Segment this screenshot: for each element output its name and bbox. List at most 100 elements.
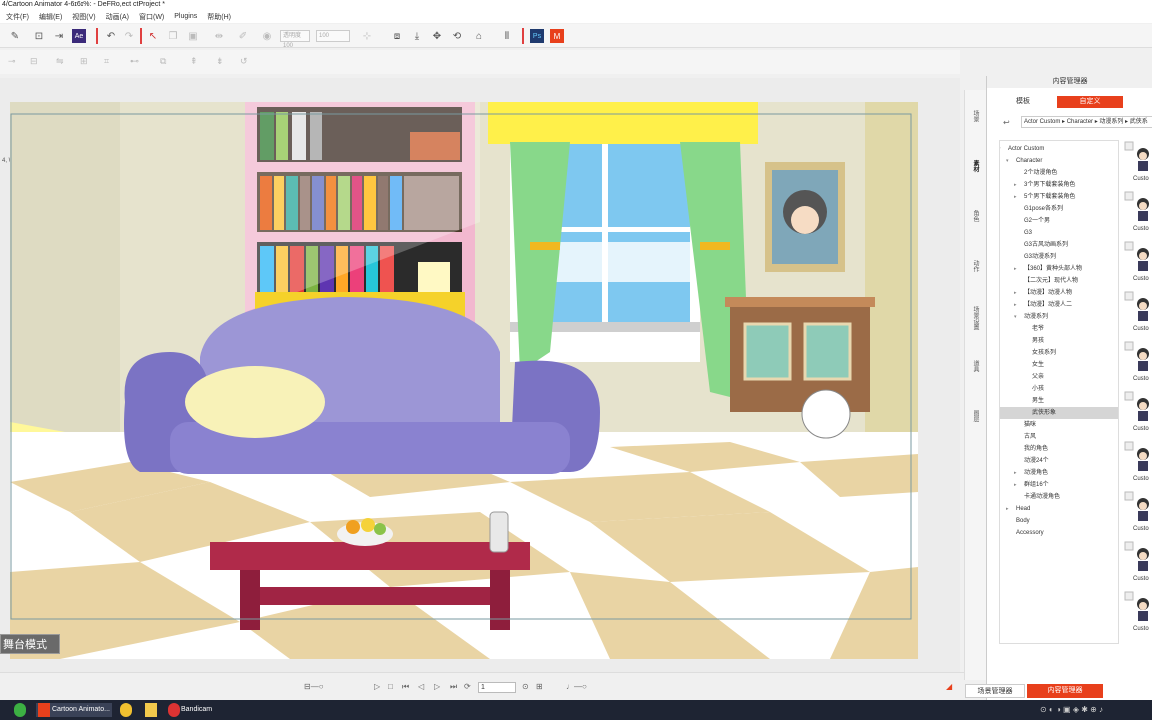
menu-file[interactable]: 文件(F) [6, 12, 29, 22]
first-frame-icon[interactable]: ⏮ [402, 682, 409, 692]
menu-window[interactable]: 窗口(W) [139, 12, 164, 22]
zoom-field[interactable]: 100 [316, 30, 350, 42]
tree-item[interactable]: ▸ Head [1000, 503, 1118, 515]
redo-icon[interactable]: ↷ [122, 29, 136, 43]
rotate-icon[interactable]: ⟲ [450, 29, 464, 43]
move-icon[interactable]: ✥ [430, 29, 444, 43]
side-tab-settings[interactable]: 场景设置 [971, 306, 980, 330]
wechat-icon[interactable] [14, 703, 26, 717]
tree-item[interactable]: 动漫24个 [1000, 455, 1118, 467]
tree-item[interactable]: 老爷 [1000, 323, 1118, 335]
expand-arrow-icon[interactable]: ▾ [1014, 311, 1017, 323]
tab-custom[interactable]: 自定义 [1057, 96, 1123, 108]
tree-item[interactable]: 女孩系列 [1000, 347, 1118, 359]
loop-icon[interactable]: ⟳ [464, 682, 471, 691]
character-thumbnail[interactable]: Custo [1123, 490, 1152, 540]
transform-icon[interactable]: ⇹ [212, 29, 226, 43]
tree-item[interactable]: 男孩 [1000, 335, 1118, 347]
copy-icon[interactable]: ❐ [166, 29, 180, 43]
reset-icon[interactable]: ↺ [240, 56, 248, 67]
lock-icon[interactable]: ⊟ [30, 56, 38, 67]
after-effects-icon[interactable]: Ae [72, 29, 86, 43]
tab-scene-manager[interactable]: 场景管理器 [965, 684, 1025, 698]
tree-item[interactable]: ▸ 动漫角色 [1000, 467, 1118, 479]
character-thumbnail[interactable]: Custo [1123, 290, 1152, 340]
tree-item[interactable]: ▸ 【动漫】动漫人物 [1000, 287, 1118, 299]
last-frame-icon[interactable]: ⏭ [450, 682, 457, 692]
tree-item[interactable]: Body [1000, 515, 1118, 527]
tree-item[interactable]: G3古风动画系列 [1000, 239, 1118, 251]
next-frame-icon[interactable]: ▷ [434, 682, 440, 691]
tab-content-manager[interactable]: 内容管理器 [1027, 684, 1103, 698]
stage-viewport[interactable]: 4, W6: 6D.27 [0, 78, 960, 672]
edit-icon[interactable]: ✎ [8, 29, 22, 43]
tree-item[interactable]: 2个动漫角色 [1000, 167, 1118, 179]
character-thumbnail[interactable]: Custo [1123, 390, 1152, 440]
menu-animation[interactable]: 动画(A) [106, 12, 129, 22]
tree-item[interactable]: 卡通动漫角色 [1000, 491, 1118, 503]
expand-arrow-icon[interactable]: ▾ [1006, 155, 1009, 167]
snap-icon[interactable]: ⌗ [104, 56, 109, 67]
tree-item[interactable]: G3动漫系列 [1000, 251, 1118, 263]
menu-edit[interactable]: 编辑(E) [39, 12, 62, 22]
stop-icon[interactable]: □ [388, 682, 393, 691]
character-thumbnail[interactable]: Custo [1123, 140, 1152, 190]
side-tab-assets[interactable]: 素材 [971, 160, 980, 172]
align-icon[interactable]: ⊹ [360, 29, 374, 43]
tree-item[interactable]: 小孩 [1000, 383, 1118, 395]
collapse-arrow-icon[interactable]: ▸ [1014, 287, 1017, 299]
character-thumbnail[interactable]: Custo [1123, 440, 1152, 490]
photoshop-icon[interactable]: Ps [530, 29, 544, 43]
collapse-arrow-icon[interactable]: ▸ [1014, 299, 1017, 311]
prev-frame-icon[interactable]: ◁ [418, 682, 424, 691]
collapse-arrow-icon[interactable]: ▸ [1006, 503, 1009, 515]
side-tab-layers[interactable]: 图层 [971, 410, 980, 422]
marketplace-icon[interactable]: M [550, 29, 564, 43]
export-icon[interactable]: ⇥ [52, 29, 66, 43]
tree-item[interactable]: ▾ Actor Custom [1000, 143, 1118, 155]
tree-item[interactable]: G2一个男 [1000, 215, 1118, 227]
layer-icon[interactable]: ⧉ [160, 56, 166, 67]
side-tab-scene[interactable]: 场景 [971, 110, 980, 122]
side-tab-actor[interactable]: 角色 [971, 210, 980, 222]
tree-item[interactable]: ▸ 【360】黄种头部人物 [1000, 263, 1118, 275]
tree-item[interactable]: Accessory [1000, 527, 1118, 539]
home-icon[interactable]: ⌂ [472, 29, 486, 43]
tree-item[interactable]: ▸ 【动漫】动漫人二 [1000, 299, 1118, 311]
corner-icon[interactable]: ◢ [946, 682, 952, 691]
paste-icon[interactable]: ▣ [186, 29, 200, 43]
eye-icon[interactable]: ◉ [260, 29, 274, 43]
tree-item[interactable]: 古风 [1000, 431, 1118, 443]
opacity-field[interactable]: 透明度 100 [280, 30, 310, 49]
side-tab-props[interactable]: 道具 [971, 360, 980, 372]
tree-item[interactable]: 我的角色 [1000, 443, 1118, 455]
collapse-arrow-icon[interactable]: ▸ [1014, 263, 1017, 275]
character-thumbnail[interactable]: Custo [1123, 540, 1152, 590]
collapse-arrow-icon[interactable]: ▸ [1014, 479, 1017, 491]
character-thumbnail[interactable]: Custo [1123, 340, 1152, 390]
tree-item[interactable]: 【二次元】现代人物 [1000, 275, 1118, 287]
order-icon[interactable]: ⇞ [190, 56, 198, 67]
tree-item[interactable]: 男生 [1000, 395, 1118, 407]
breadcrumb[interactable]: Actor Custom ▸ Character ▸ 动漫系列 ▸ 武侠系 [1021, 116, 1152, 128]
tree-item[interactable]: 女生 [1000, 359, 1118, 371]
menu-view[interactable]: 视图(V) [72, 12, 95, 22]
collapse-arrow-icon[interactable]: ▸ [1014, 467, 1017, 479]
tree-item[interactable]: ▸ 3个男下载套装角色 [1000, 179, 1118, 191]
tree-item[interactable]: 武侠形象 [1000, 407, 1118, 419]
chrome-icon[interactable] [120, 703, 132, 717]
undo-icon[interactable]: ↶ [104, 29, 118, 43]
tree-item[interactable]: G1pose各系列 [1000, 203, 1118, 215]
folder-icon[interactable] [145, 703, 157, 717]
tree-item[interactable]: 猫咪 [1000, 419, 1118, 431]
frame-number-input[interactable]: 1 [478, 682, 516, 693]
tab-template[interactable]: 模板 [993, 96, 1053, 108]
play-icon[interactable]: ▷ [374, 682, 380, 691]
tree-item[interactable]: ▾ Character [1000, 155, 1118, 167]
collapse-arrow-icon[interactable]: ▸ [1014, 179, 1017, 191]
collapse-arrow-icon[interactable]: ▸ [1014, 191, 1017, 203]
grid-icon[interactable]: ⊞ [80, 56, 88, 67]
character-thumbnail[interactable]: Custo [1123, 590, 1152, 640]
select-frame-icon[interactable]: ⊡ [32, 29, 46, 43]
system-tray-icons[interactable]: ⊙ ◐ ◑ ▣ ◈ ✱ ⊕ ♪ [1040, 703, 1103, 717]
